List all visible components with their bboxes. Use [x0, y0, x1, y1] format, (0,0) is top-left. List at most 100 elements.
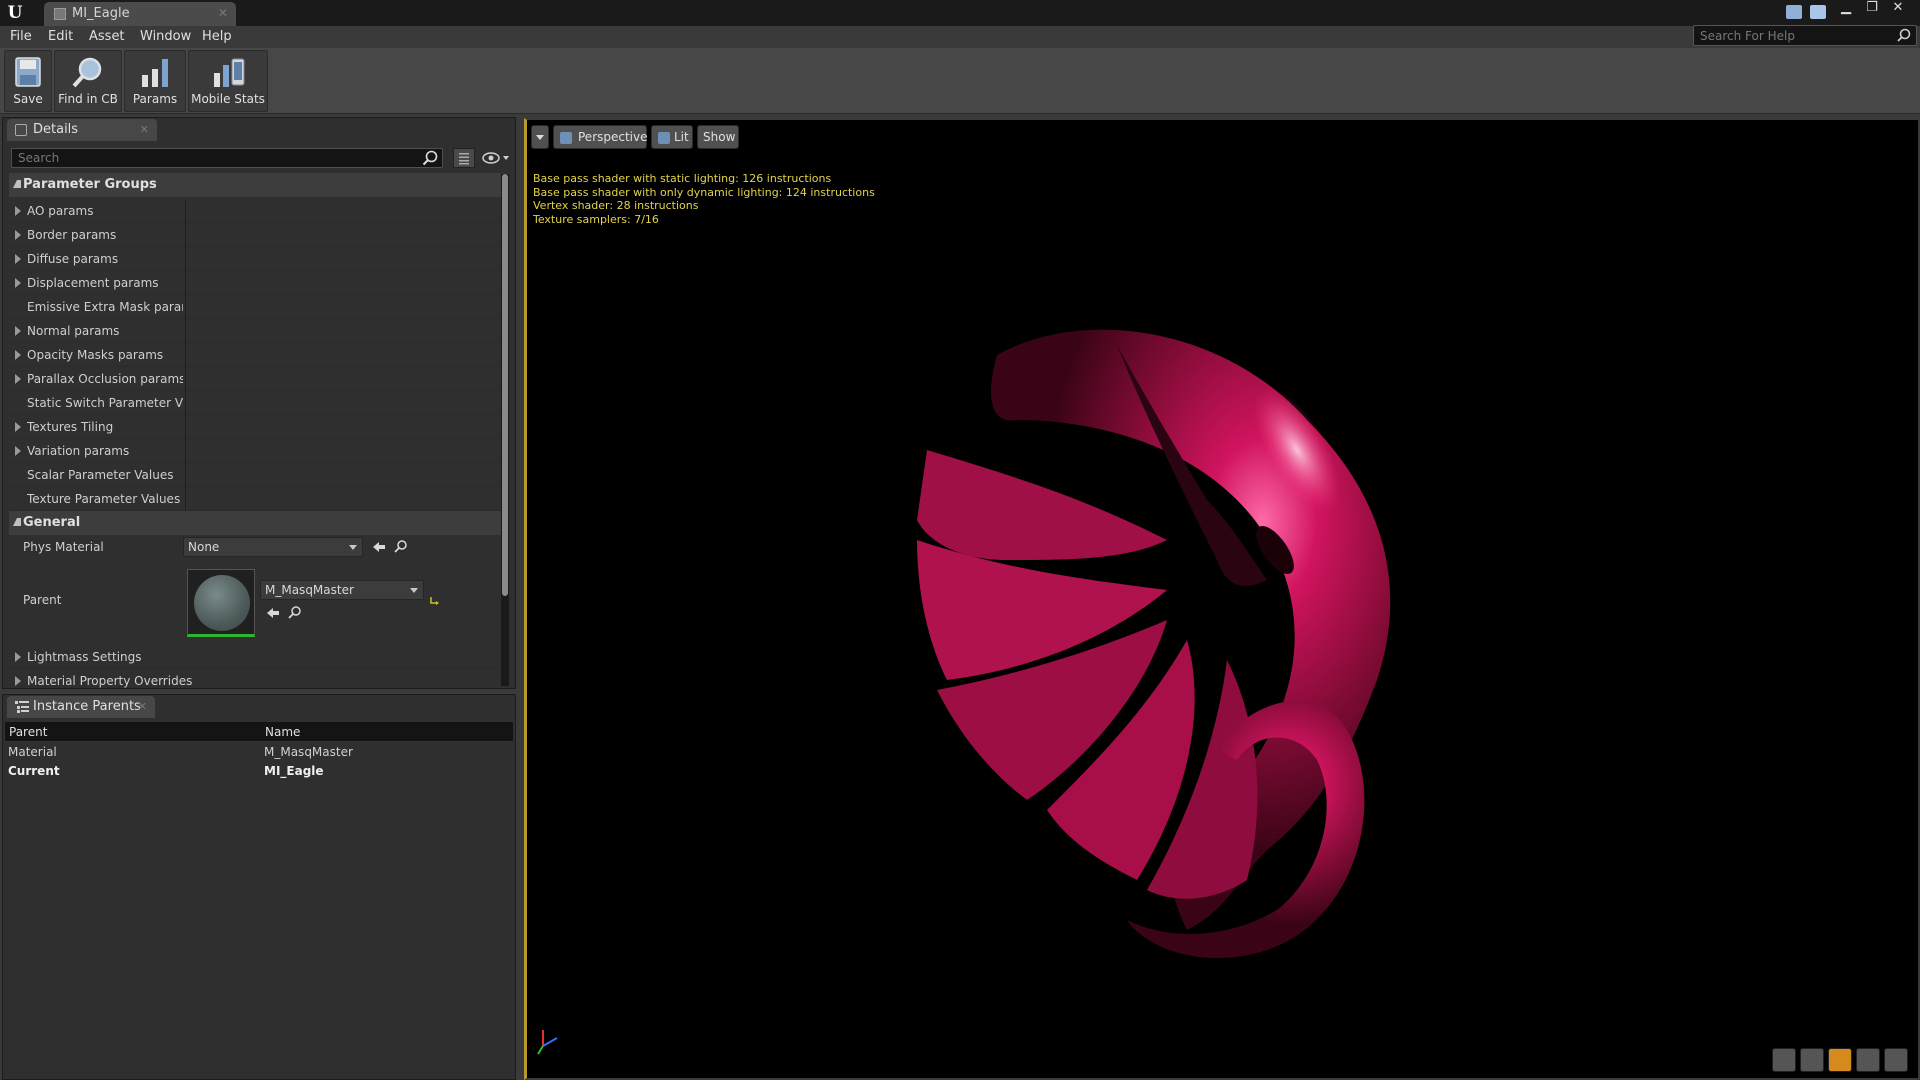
- parameter-group-row[interactable]: Normal params: [9, 319, 501, 343]
- expand-arrow-icon[interactable]: [15, 254, 21, 264]
- show-button[interactable]: Show: [697, 125, 739, 149]
- table-row[interactable]: Material M_MasqMaster: [5, 743, 513, 762]
- cylinder-mesh-icon[interactable]: [1772, 1048, 1796, 1072]
- help-search-input[interactable]: Search For Help: [1693, 25, 1917, 46]
- expand-arrow-icon[interactable]: [15, 326, 21, 336]
- material-preview-viewport[interactable]: Perspective Lit Show Base pass shader wi…: [524, 118, 1920, 1080]
- menu-edit[interactable]: Edit: [48, 29, 73, 44]
- close-instance-parents-icon[interactable]: ✕: [138, 700, 147, 713]
- visibility-eye-icon[interactable]: [481, 150, 511, 166]
- sphere-mesh-icon[interactable]: [1800, 1048, 1824, 1072]
- custom-mesh-icon[interactable]: [1884, 1048, 1908, 1072]
- parameter-group-row[interactable]: Texture Parameter Values: [9, 487, 501, 511]
- notification-icon[interactable]: [1810, 5, 1826, 19]
- expand-arrow-icon[interactable]: [15, 374, 21, 384]
- phys-material-value: None: [188, 540, 220, 554]
- expand-arrow-icon[interactable]: [15, 230, 21, 240]
- column-splitter[interactable]: [185, 439, 186, 463]
- parameter-group-row[interactable]: Scalar Parameter Values: [9, 463, 501, 487]
- parameter-group-row[interactable]: Static Switch Parameter Values: [9, 391, 501, 415]
- parameter-group-row[interactable]: Border params: [9, 223, 501, 247]
- column-splitter[interactable]: [185, 343, 186, 367]
- eagle-mesh-preview[interactable]: [527, 120, 1920, 1080]
- viewport-options-button[interactable]: [531, 125, 549, 149]
- general-header[interactable]: General: [9, 511, 501, 535]
- expand-arrow-icon[interactable]: [15, 350, 21, 360]
- collapse-arrow-icon[interactable]: [13, 518, 21, 526]
- document-tab[interactable]: MI_Eagle ✕: [44, 2, 236, 26]
- save-button[interactable]: Save: [4, 50, 52, 112]
- perspective-icon: [560, 132, 572, 144]
- params-button[interactable]: Params: [124, 50, 186, 112]
- view-options-grid-icon[interactable]: [453, 148, 475, 168]
- expand-arrow-icon[interactable]: [15, 278, 21, 288]
- column-splitter[interactable]: [185, 319, 186, 343]
- menu-asset[interactable]: Asset: [89, 29, 125, 44]
- parameter-groups-header[interactable]: Parameter Groups: [9, 173, 501, 197]
- column-splitter[interactable]: [185, 247, 186, 271]
- mobile-stats-button[interactable]: Mobile Stats: [188, 50, 268, 112]
- cube-mesh-icon[interactable]: [1856, 1048, 1880, 1072]
- parameter-group-row[interactable]: AO params: [9, 199, 501, 223]
- scrollbar-thumb[interactable]: [502, 174, 508, 596]
- column-splitter[interactable]: [185, 199, 186, 223]
- restore-icon[interactable]: ❐: [1860, 0, 1884, 18]
- column-splitter[interactable]: [185, 463, 186, 487]
- find-in-cb-button[interactable]: Find in CB: [54, 50, 122, 112]
- close-details-icon[interactable]: ✕: [140, 123, 149, 136]
- use-selected-arrow-icon[interactable]: [265, 605, 281, 621]
- parent-material-combo[interactable]: M_MasqMaster: [260, 580, 424, 600]
- expand-arrow-icon[interactable]: [15, 652, 21, 662]
- search-icon[interactable]: [422, 150, 438, 166]
- minimize-icon[interactable]: ▁: [1834, 0, 1858, 18]
- parameter-group-row[interactable]: Variation params: [9, 439, 501, 463]
- search-icon[interactable]: [1897, 28, 1911, 42]
- browse-search-icon[interactable]: [287, 605, 303, 621]
- instance-parents-tab[interactable]: Instance Parents ✕: [7, 696, 155, 718]
- details-search-input[interactable]: Search: [11, 148, 443, 168]
- parameter-group-row[interactable]: Emissive Extra Mask params: [9, 295, 501, 319]
- column-splitter[interactable]: [185, 223, 186, 247]
- reset-to-default-icon[interactable]: [427, 593, 443, 609]
- column-splitter[interactable]: [185, 391, 186, 415]
- lit-button[interactable]: Lit: [651, 125, 693, 149]
- close-window-icon[interactable]: ✕: [1886, 0, 1910, 18]
- phys-material-combo[interactable]: None: [183, 537, 363, 557]
- parameter-group-row[interactable]: Opacity Masks params: [9, 343, 501, 367]
- menu-file[interactable]: File: [10, 29, 32, 44]
- expand-arrow-icon[interactable]: [15, 676, 21, 686]
- column-splitter[interactable]: [185, 487, 186, 511]
- column-name[interactable]: Name: [265, 725, 300, 739]
- details-scrollbar[interactable]: [501, 174, 509, 596]
- parameter-group-row[interactable]: Displacement params: [9, 271, 501, 295]
- title-bar: U MI_Eagle ✕ ▁ ❐ ✕: [0, 0, 1920, 26]
- details-scrollbar-track[interactable]: [501, 596, 509, 686]
- expand-arrow-icon[interactable]: [15, 422, 21, 432]
- column-splitter[interactable]: [185, 295, 186, 319]
- expand-arrow-icon[interactable]: [15, 446, 21, 456]
- unreal-logo-icon[interactable]: U: [4, 2, 26, 24]
- browse-search-icon[interactable]: [393, 539, 409, 555]
- chat-icon[interactable]: [1786, 5, 1802, 19]
- plane-mesh-icon[interactable]: [1828, 1048, 1852, 1072]
- collapse-arrow-icon[interactable]: [13, 180, 21, 188]
- perspective-button[interactable]: Perspective: [553, 125, 648, 149]
- column-splitter[interactable]: [185, 415, 186, 439]
- parameter-group-row[interactable]: Textures Tiling: [9, 415, 501, 439]
- save-icon: [15, 57, 41, 87]
- column-parent[interactable]: Parent: [9, 725, 47, 739]
- parameter-group-row[interactable]: Diffuse params: [9, 247, 501, 271]
- menu-help[interactable]: Help: [202, 29, 232, 44]
- use-selected-arrow-icon[interactable]: [371, 539, 387, 555]
- parent-material-thumbnail[interactable]: [187, 569, 255, 637]
- column-splitter[interactable]: [185, 271, 186, 295]
- table-row[interactable]: Current MI_Eagle: [5, 762, 513, 781]
- parameter-group-row[interactable]: Parallax Occlusion params: [9, 367, 501, 391]
- menu-window[interactable]: Window: [140, 29, 191, 44]
- close-tab-icon[interactable]: ✕: [218, 6, 228, 20]
- material-property-overrides-row[interactable]: Material Property Overrides: [9, 669, 501, 693]
- details-tab[interactable]: Details ✕: [7, 119, 157, 141]
- column-splitter[interactable]: [185, 367, 186, 391]
- lightmass-settings-row[interactable]: Lightmass Settings: [9, 645, 501, 669]
- expand-arrow-icon[interactable]: [15, 206, 21, 216]
